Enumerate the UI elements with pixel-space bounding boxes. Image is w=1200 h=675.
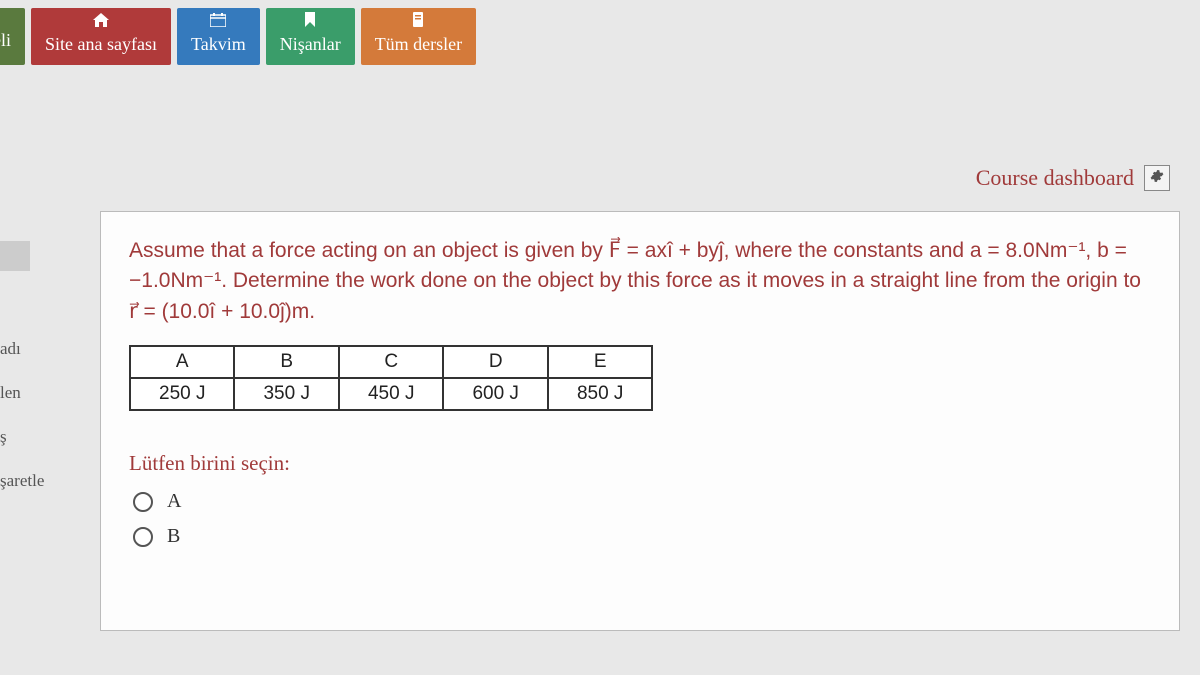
calendar-icon: [210, 13, 226, 32]
nav-calendar-button[interactable]: Takvim: [177, 8, 260, 65]
question-panel: Assume that a force acting on an object …: [100, 211, 1180, 631]
choose-prompt: Lütfen birini seçin:: [129, 451, 1151, 476]
table-cell: 250 J: [130, 378, 234, 410]
table-header-cell: A: [130, 346, 234, 378]
course-dashboard-link[interactable]: Course dashboard: [976, 165, 1134, 191]
sidebar-item[interactable]: şaretle: [0, 471, 44, 491]
answer-table: A B C D E 250 J 350 J 450 J 600 J 850 J: [129, 345, 653, 411]
table-row: 250 J 350 J 450 J 600 J 850 J: [130, 378, 652, 410]
nav-allcourses-label: Tüm dersler: [375, 34, 462, 55]
table-row: A B C D E: [130, 346, 652, 378]
question-text: Assume that a force acting on an object …: [129, 236, 1151, 327]
home-icon: [93, 13, 109, 32]
sidebar-item[interactable]: adı: [0, 339, 21, 359]
top-nav: neli Site ana sayfası Takvim Nişanlar Tü…: [0, 0, 1200, 85]
option-label: A: [167, 490, 181, 513]
courses-icon: [411, 12, 425, 32]
table-header-cell: C: [339, 346, 443, 378]
option-label: B: [167, 525, 180, 548]
nav-allcourses-button[interactable]: Tüm dersler: [361, 8, 476, 65]
sidebar-item[interactable]: ş: [0, 427, 7, 447]
nav-home-button[interactable]: Site ana sayfası: [31, 8, 171, 65]
table-cell: 350 J: [234, 378, 338, 410]
nav-bookmarks-button[interactable]: Nişanlar: [266, 8, 355, 65]
settings-button[interactable]: [1144, 165, 1170, 191]
table-header-cell: D: [443, 346, 547, 378]
sidebar: adı len ş şaretle: [0, 211, 60, 631]
sidebar-item[interactable]: len: [0, 383, 21, 403]
nav-panel-label: neli: [0, 30, 11, 51]
dashboard-row: Course dashboard: [0, 85, 1200, 211]
table-cell: 850 J: [548, 378, 652, 410]
radio-button[interactable]: [133, 492, 153, 512]
table-cell: 450 J: [339, 378, 443, 410]
radio-button[interactable]: [133, 527, 153, 547]
option-row[interactable]: A: [133, 490, 1151, 513]
table-header-cell: B: [234, 346, 338, 378]
nav-home-label: Site ana sayfası: [45, 34, 157, 55]
nav-calendar-label: Takvim: [191, 34, 246, 55]
table-header-cell: E: [548, 346, 652, 378]
nav-bookmarks-label: Nişanlar: [280, 34, 341, 55]
table-cell: 600 J: [443, 378, 547, 410]
nav-panel-button[interactable]: neli: [0, 8, 25, 65]
bookmark-icon: [304, 12, 316, 32]
sidebar-placeholder: [0, 241, 30, 271]
gear-icon: [1150, 169, 1164, 188]
option-row[interactable]: B: [133, 525, 1151, 548]
